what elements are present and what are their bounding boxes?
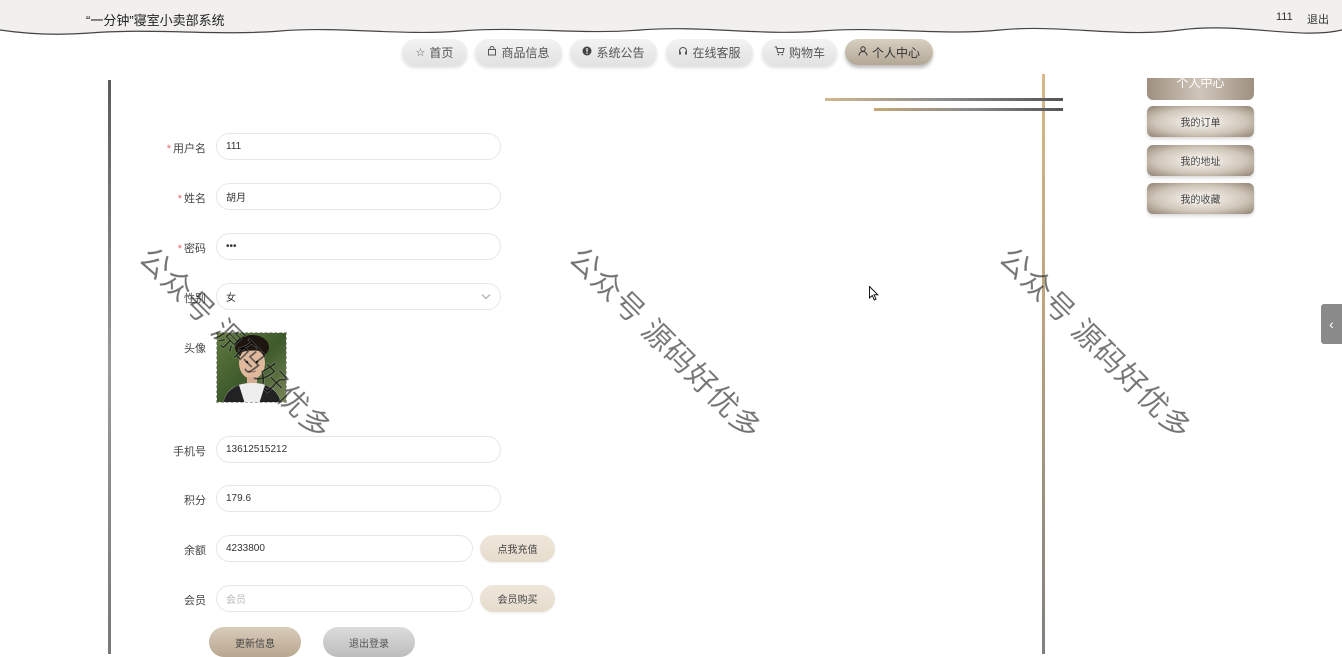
- decor-line-top: [825, 98, 1063, 101]
- avatar-image: [217, 333, 286, 402]
- user-icon: [858, 45, 868, 59]
- buy-membership-button[interactable]: 会员购买: [480, 585, 555, 612]
- points-label: 积分: [184, 495, 206, 507]
- nav-label: 个人中心: [871, 45, 920, 60]
- current-user-name: 111: [1276, 11, 1293, 23]
- mouse-pointer-icon: [869, 285, 879, 306]
- main-nav: ☆ 首页 商品信息 系统公告 在线客服 购物车 个人中心: [0, 38, 1342, 68]
- header-logout-link[interactable]: 退出: [1307, 11, 1329, 27]
- password-input[interactable]: •••: [216, 233, 501, 260]
- bag-icon: [487, 45, 497, 59]
- name-label: * 姓名: [177, 193, 206, 205]
- phone-input[interactable]: 13612515212: [216, 436, 501, 463]
- nav-label: 购物车: [788, 45, 825, 60]
- nav-customer-service[interactable]: 在线客服: [666, 39, 753, 65]
- decor-line-bottom: [874, 108, 1063, 111]
- side-menu-my-orders[interactable]: 我的订单: [1147, 106, 1254, 137]
- nav-cart[interactable]: 购物车: [762, 39, 837, 65]
- member-label: 会员: [184, 595, 206, 607]
- gender-value: 女: [226, 293, 236, 304]
- required-mark: *: [177, 193, 182, 205]
- required-mark: *: [166, 143, 171, 155]
- app-title: “一分钟”寝室小卖部系统: [86, 13, 225, 28]
- nav-personal-center[interactable]: 个人中心: [845, 39, 933, 65]
- nav-home[interactable]: ☆ 首页: [402, 39, 467, 65]
- password-label: * 密码: [177, 243, 206, 255]
- points-input[interactable]: 179.6: [216, 485, 501, 512]
- username-label: * 用户名: [166, 143, 206, 155]
- left-frame-line: [108, 80, 111, 654]
- side-menu-my-favorites[interactable]: 我的收藏: [1147, 183, 1254, 214]
- cart-icon: [774, 46, 785, 59]
- nav-label: 首页: [429, 45, 454, 60]
- balance-label: 余额: [184, 545, 206, 557]
- watermark-text: 公众号 源码好优多: [992, 241, 1198, 447]
- info-icon: [582, 46, 592, 59]
- required-mark: *: [177, 243, 182, 255]
- side-menu-title: 个人中心: [1147, 78, 1254, 100]
- avatar-label: 头像: [184, 343, 206, 355]
- chevron-down-icon: [481, 292, 491, 303]
- nav-products[interactable]: 商品信息: [475, 39, 562, 65]
- right-frame-line: [1042, 74, 1045, 654]
- logout-button[interactable]: 退出登录: [323, 627, 415, 657]
- top-header: “一分钟”寝室小卖部系统 111 退出: [0, 0, 1342, 36]
- nav-label: 在线客服: [692, 45, 741, 60]
- member-input[interactable]: 会员: [216, 585, 473, 612]
- balance-input[interactable]: 4233800: [216, 535, 473, 562]
- nav-announcements[interactable]: 系统公告: [570, 39, 657, 65]
- watermark-text: 公众号 源码好优多: [562, 241, 768, 447]
- side-menu-my-address[interactable]: 我的地址: [1147, 145, 1254, 176]
- phone-label: 手机号: [173, 446, 206, 458]
- sidebar-toggle-tab[interactable]: ‹: [1321, 304, 1342, 344]
- name-input[interactable]: 胡月: [216, 183, 501, 210]
- nav-label: 系统公告: [596, 45, 645, 60]
- star-icon: ☆: [415, 46, 426, 59]
- headset-icon: [678, 46, 688, 59]
- chevron-left-icon: ‹: [1329, 316, 1334, 332]
- update-info-button[interactable]: 更新信息: [209, 627, 301, 657]
- gender-label: 性别: [184, 293, 206, 305]
- nav-label: 商品信息: [501, 45, 550, 60]
- avatar-upload[interactable]: [216, 332, 287, 403]
- username-input[interactable]: 111: [216, 133, 501, 160]
- recharge-button[interactable]: 点我充值: [480, 535, 555, 562]
- gender-select[interactable]: 女: [216, 283, 501, 310]
